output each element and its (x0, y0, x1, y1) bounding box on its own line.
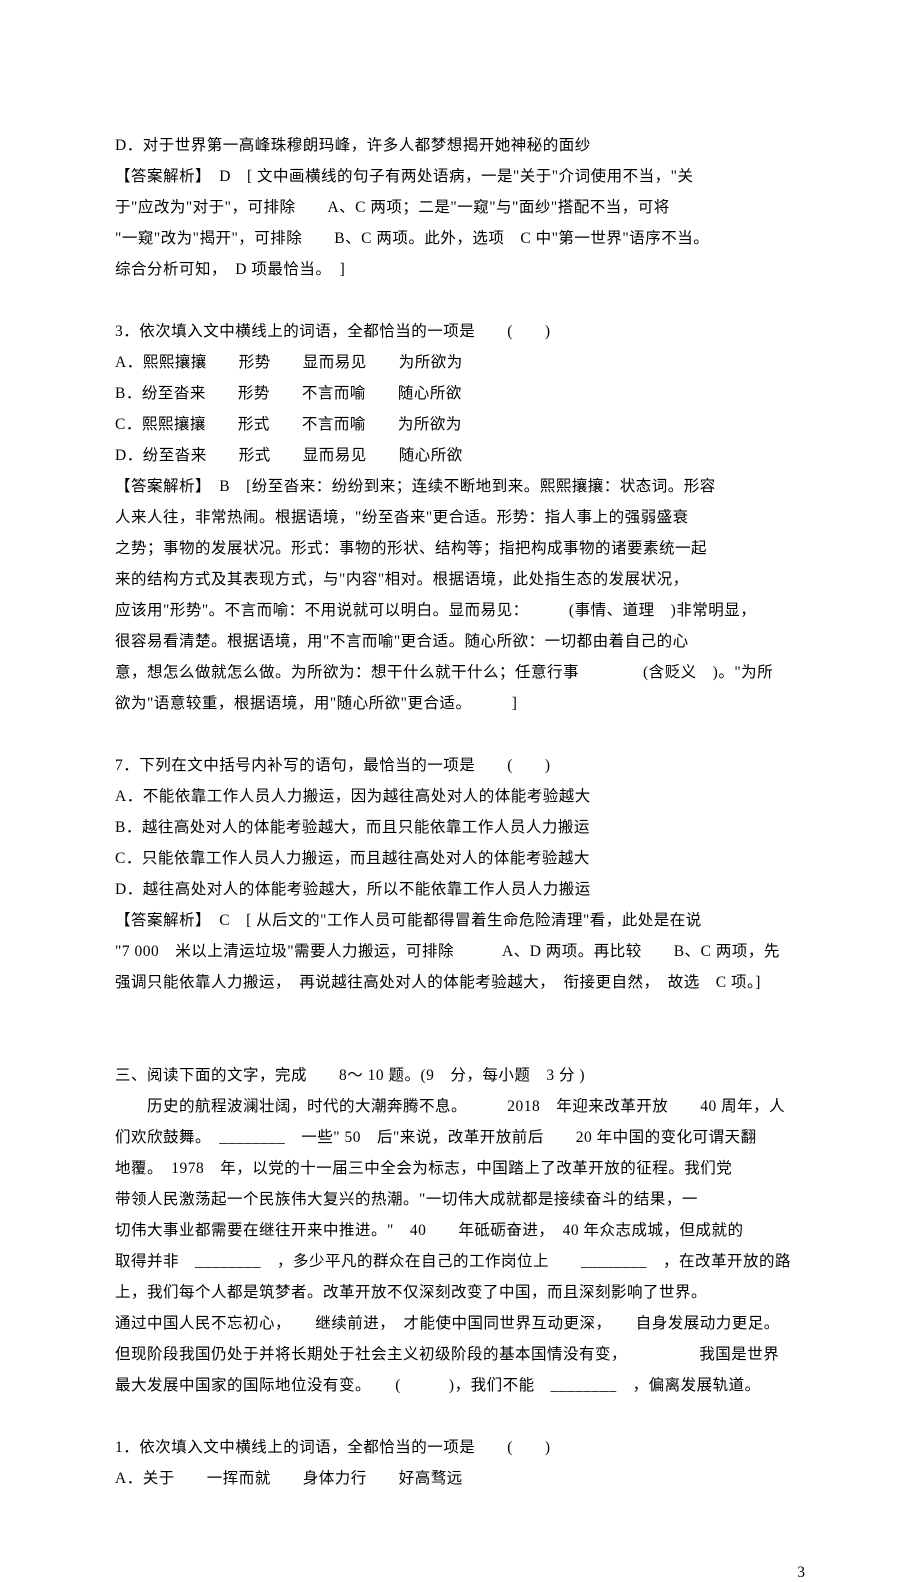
answer-explanation-line: "7 000 米以上清运垃圾"需要人力搬运，可排除 A、D 两项。再比较 B、C… (115, 936, 805, 967)
option-d: D．纷至沓来 形式 显而易见 随心所欲 (115, 440, 805, 471)
option-a: A．不能依靠工作人员人力搬运，因为越往高处对人的体能考验越大 (115, 781, 805, 812)
answer-explanation-line: 强调只能依靠人力搬运， 再说越往高处对人的体能考验越大， 衔接更自然， 故选 C… (115, 967, 805, 998)
question-1-stem: 1．依次填入文中横线上的词语，全都恰当的一项是 ( ) (115, 1432, 805, 1463)
blank-line (115, 285, 805, 316)
option-a: A．关于 一挥而就 身体力行 好高骛远 (115, 1463, 805, 1494)
answer-explanation-line: 很容易看清楚。根据语境，用"不言而喻"更合适。随心所欲：一切都由着自己的心 (115, 626, 805, 657)
passage-line: 最大发展中国家的国际地位没有变。 ( )，我们不能 ________ ，偏离发展… (115, 1370, 805, 1401)
answer-explanation-line: 来的结构方式及其表现方式，与"内容"相对。根据语境，此处指生态的发展状况， (115, 564, 805, 595)
blank-line (115, 998, 805, 1029)
section-heading: 三、阅读下面的文字，完成 8～ 10 题。(9 分，每小题 3 分 ) (115, 1060, 805, 1091)
option-d: D．越往高处对人的体能考验越大，所以不能依靠工作人员人力搬运 (115, 874, 805, 905)
answer-explanation-line: 【答案解析】 B [纷至沓来：纷纷到来；连续不断地到来。熙熙攘攘：状态词。形容 (115, 471, 805, 502)
option-c: C．熙熙攘攘 形式 不言而喻 为所欲为 (115, 409, 805, 440)
passage-line: 带领人民激荡起一个民族伟大复兴的热潮。"一切伟大成就都是接续奋斗的结果，一 (115, 1184, 805, 1215)
passage-line: 们欢欣鼓舞。 ________ 一些" 50 后"来说，改革开放前后 20 年中… (115, 1122, 805, 1153)
answer-explanation-line: 意，想怎么做就怎么做。为所欲为：想干什么就干什么；任意行事 (含贬义 )。"为所 (115, 657, 805, 688)
passage-line: 历史的航程波澜壮阔，时代的大潮奔腾不息。 2018 年迎来改革开放 40 周年，… (115, 1091, 805, 1122)
question-3-stem: 3．依次填入文中横线上的词语，全都恰当的一项是 ( ) (115, 316, 805, 347)
answer-explanation-line: 【答案解析】 C [ 从后文的"工作人员可能都得冒着生命危险清理"看，此处是在说 (115, 905, 805, 936)
answer-explanation-line: 之势；事物的发展状况。形式：事物的形状、结构等；指把构成事物的诸要素统一起 (115, 533, 805, 564)
option-a: A．熙熙攘攘 形势 显而易见 为所欲为 (115, 347, 805, 378)
passage-line: 取得并非 ________ ，多少平凡的群众在自己的工作岗位上 ________… (115, 1246, 805, 1277)
passage-line: 地覆。 1978 年，以党的十一届三中全会为标志，中国踏上了改革开放的征程。我们… (115, 1153, 805, 1184)
answer-explanation-line: 综合分析可知， D 项最恰当。 ] (115, 254, 805, 285)
blank-line (115, 1401, 805, 1432)
blank-line (115, 719, 805, 750)
document-page: D．对于世界第一高峰珠穆朗玛峰，许多人都梦想揭开她神秘的面纱 【答案解析】 D … (0, 0, 920, 1494)
answer-explanation-line: 于"应改为"对于"，可排除 A、C 两项；二是"一窥"与"面纱"搭配不当，可将 (115, 192, 805, 223)
page-number: 3 (0, 1494, 920, 1582)
answer-explanation-line: 欲为"语意较重，根据语境，用"随心所欲"更合适。 ] (115, 688, 805, 719)
blank-line (115, 1029, 805, 1060)
passage-line: 通过中国人民不忘初心， 继续前进， 才能使中国同世界互动更深， 自身发展动力更足… (115, 1308, 805, 1339)
passage-line: 上，我们每个人都是筑梦者。改革开放不仅深刻改变了中国，而且深刻影响了世界。 (115, 1277, 805, 1308)
answer-explanation-line: 人来人往，非常热闹。根据语境，"纷至沓来"更合适。形势：指人事上的强弱盛衰 (115, 502, 805, 533)
passage-line: 切伟大事业都需要在继往开来中推进。" 40 年砥砺奋进， 40 年众志成城，但成… (115, 1215, 805, 1246)
answer-explanation-line: 【答案解析】 D [ 文中画横线的句子有两处语病，一是"关于"介词使用不当，"关 (115, 161, 805, 192)
option-d: D．对于世界第一高峰珠穆朗玛峰，许多人都梦想揭开她神秘的面纱 (115, 130, 805, 161)
answer-explanation-line: 应该用"形势"。不言而喻：不用说就可以明白。显而易见： (事情、道理 )非常明显… (115, 595, 805, 626)
option-b: B．越往高处对人的体能考验越大，而且只能依靠工作人员人力搬运 (115, 812, 805, 843)
question-7-stem: 7．下列在文中括号内补写的语句，最恰当的一项是 ( ) (115, 750, 805, 781)
answer-explanation-line: "一窥"改为"揭开"，可排除 B、C 两项。此外，选项 C 中"第一世界"语序不… (115, 223, 805, 254)
passage-line: 但现阶段我国仍处于并将长期处于社会主义初级阶段的基本国情没有变， 我国是世界 (115, 1339, 805, 1370)
option-b: B．纷至沓来 形势 不言而喻 随心所欲 (115, 378, 805, 409)
option-c: C．只能依靠工作人员人力搬运，而且越往高处对人的体能考验越大 (115, 843, 805, 874)
